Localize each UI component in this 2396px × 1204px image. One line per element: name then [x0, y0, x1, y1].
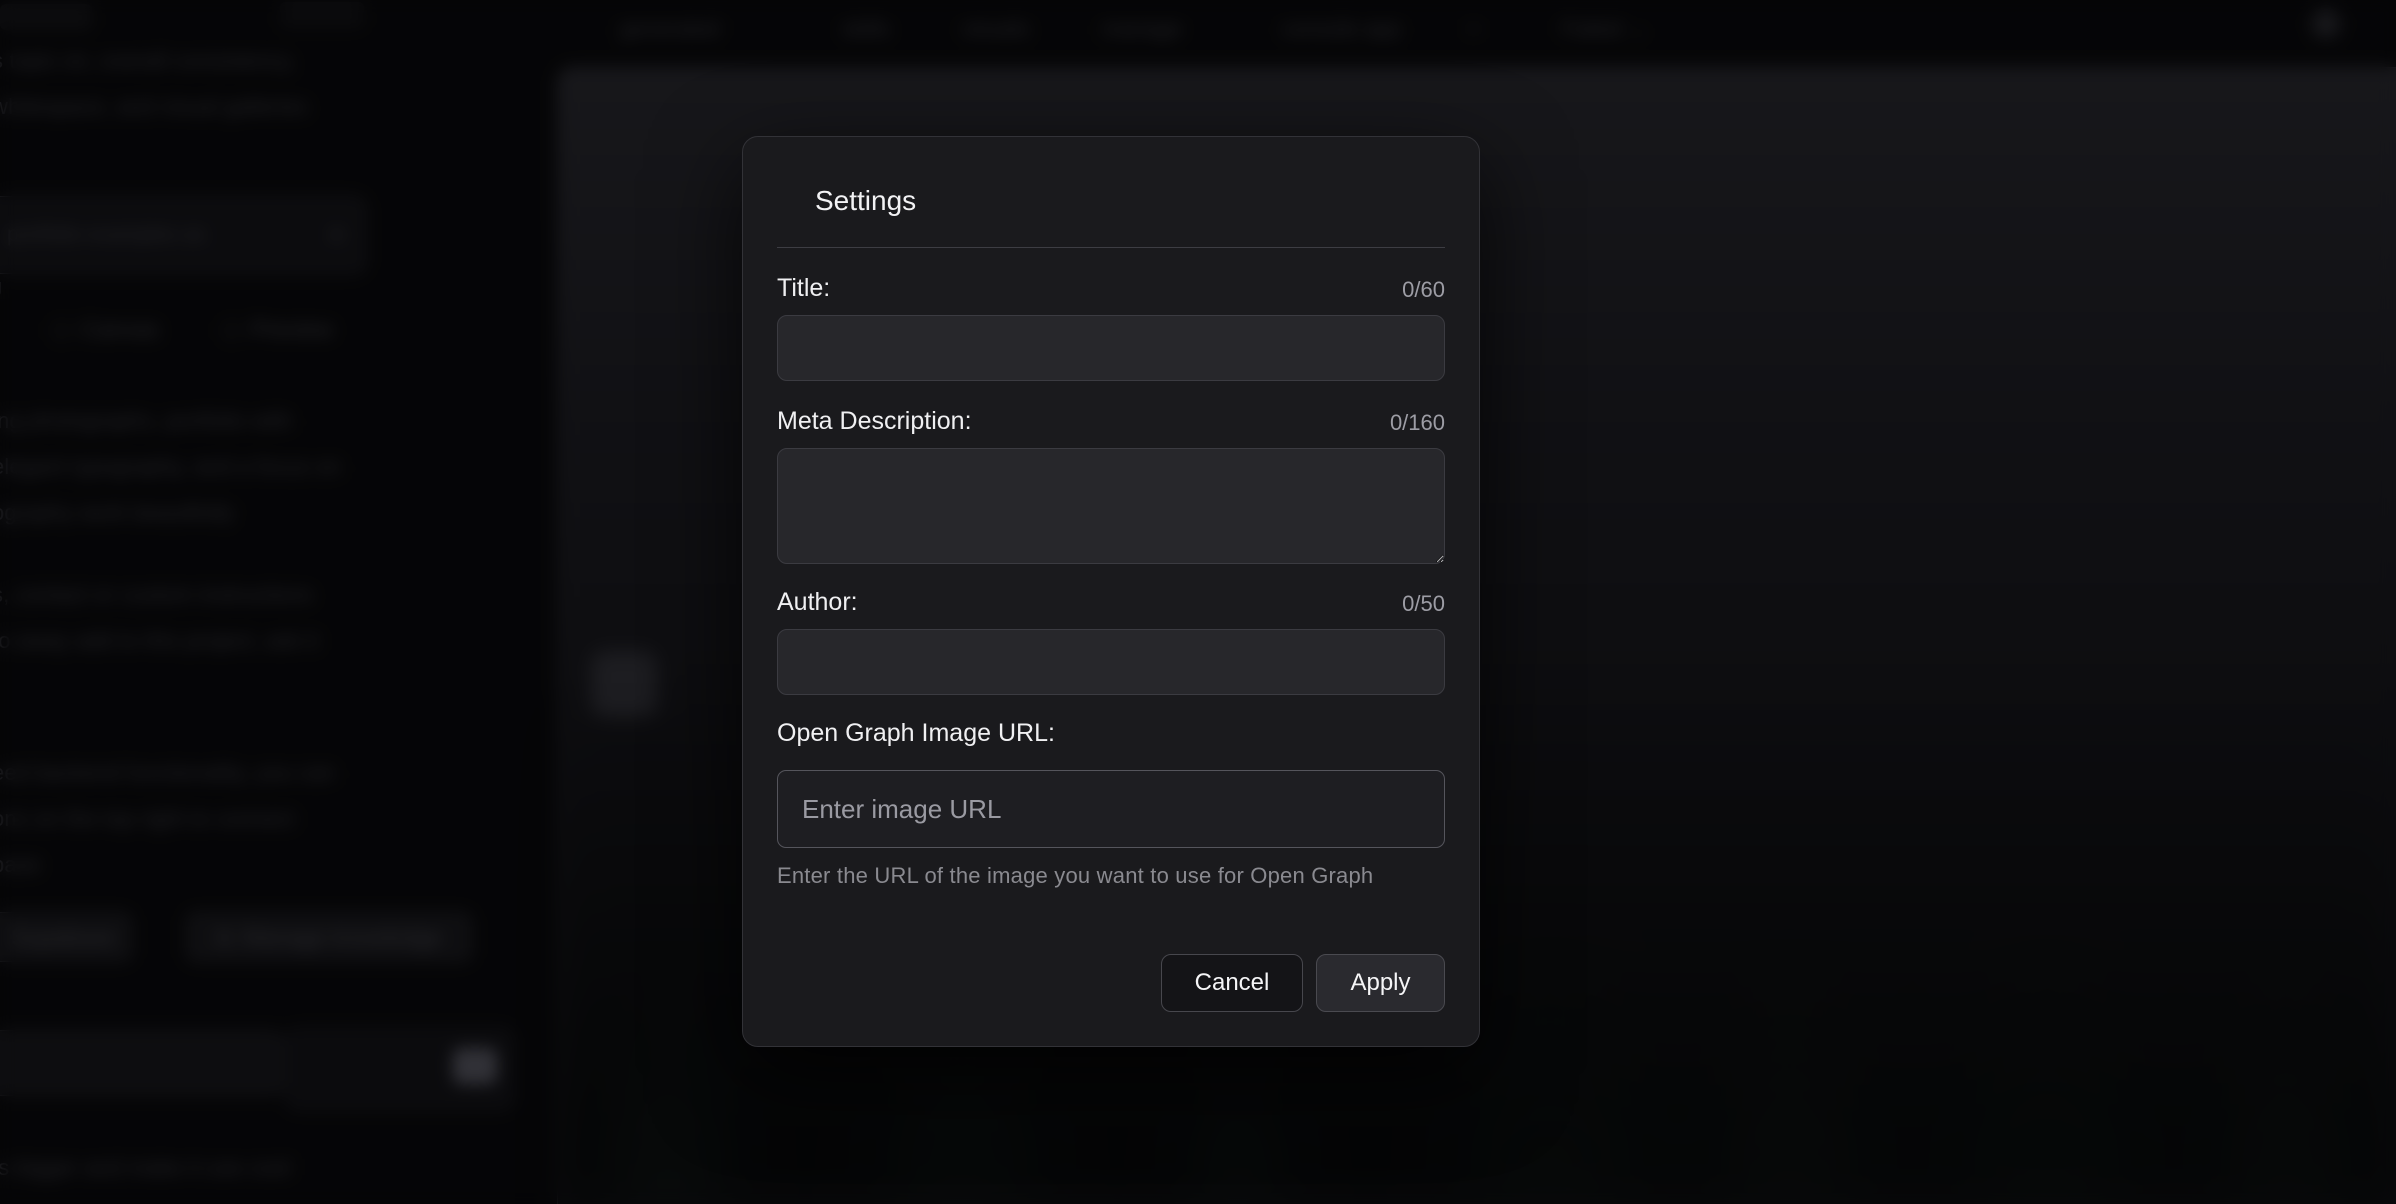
title-char-counter: 0/60 [1402, 277, 1445, 303]
meta-description-label: Meta Description: [777, 407, 972, 436]
meta-description-char-counter: 0/160 [1390, 410, 1445, 436]
title-field-label: Title: [777, 274, 830, 303]
meta-description-textarea[interactable] [777, 448, 1445, 564]
dialog-title: Settings [815, 181, 1445, 221]
og-image-url-label: Open Graph Image URL: [777, 719, 1055, 748]
dialog-actions: Cancel Apply [777, 954, 1445, 1012]
apply-button[interactable]: Apply [1316, 954, 1445, 1012]
divider [777, 247, 1445, 248]
author-input[interactable] [777, 629, 1445, 695]
settings-dialog: Settings Title: 0/60 Meta Description: 0… [742, 136, 1480, 1047]
cancel-button[interactable]: Cancel [1161, 954, 1303, 1012]
app-window: s topic on, overall consistency, whitesp… [0, 0, 2396, 1204]
og-image-url-input[interactable] [777, 770, 1445, 848]
og-image-url-helper-text: Enter the URL of the image you want to u… [777, 863, 1445, 889]
author-char-counter: 0/50 [1402, 591, 1445, 617]
author-field-label: Author: [777, 588, 858, 617]
title-input[interactable] [777, 315, 1445, 381]
